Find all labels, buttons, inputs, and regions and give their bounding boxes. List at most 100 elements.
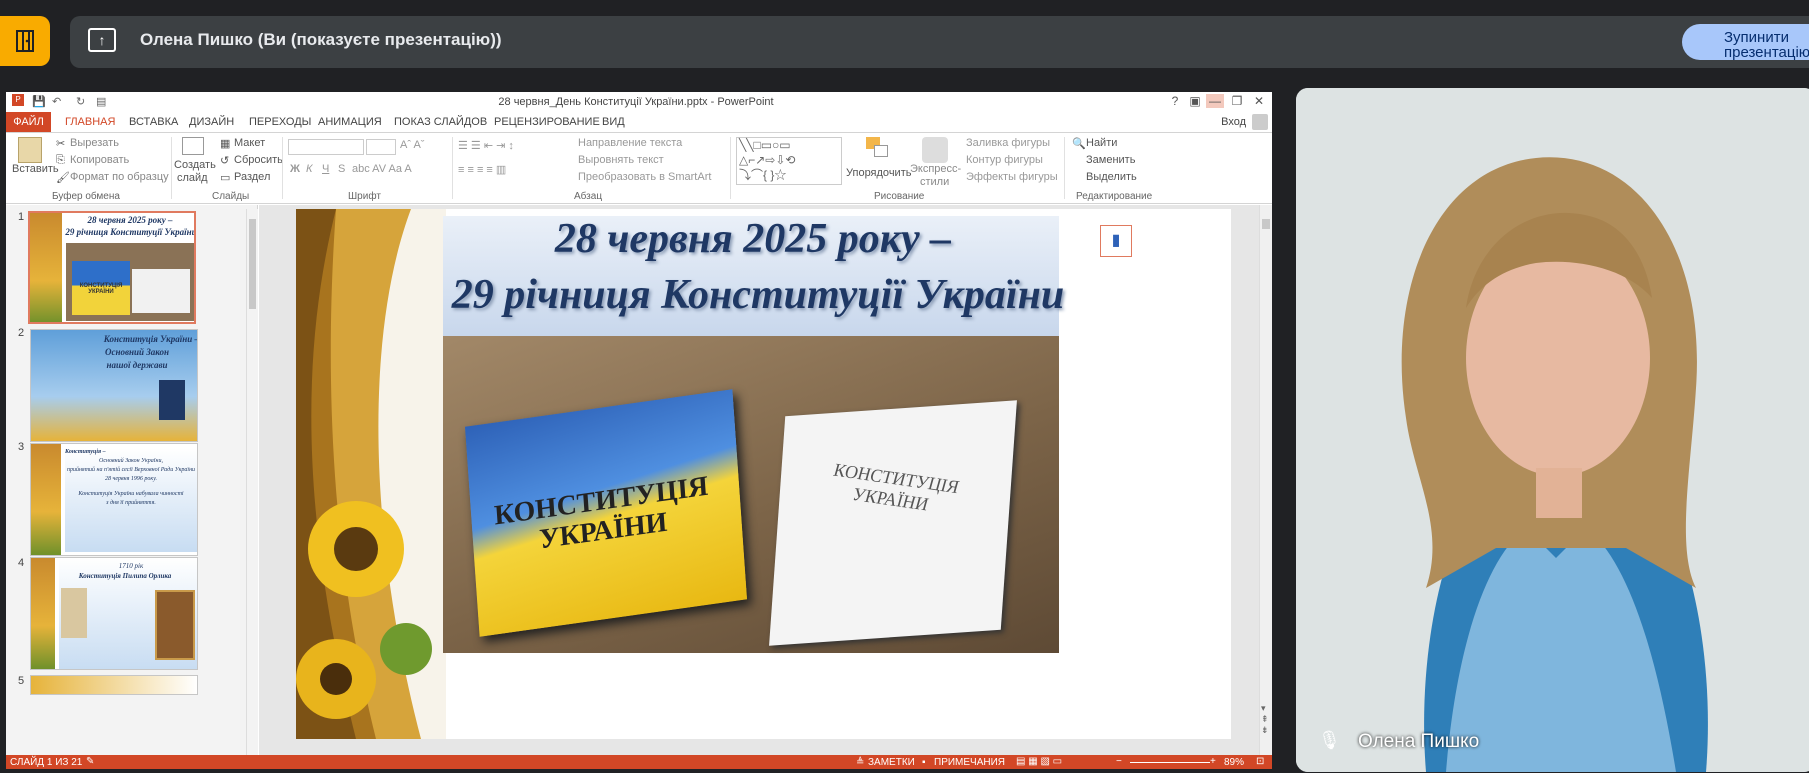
align-icons[interactable]: ≡ ≡ ≡ ≡ ▥ (458, 163, 506, 176)
font-name-combobox[interactable] (288, 139, 364, 155)
align-text-button[interactable]: Выровнять текст (578, 154, 664, 166)
tab-animation[interactable]: АНИМАЦИЯ (318, 116, 382, 128)
bullets-icon[interactable]: ☰ ☰ ⇤ ⇥ ↕ (458, 139, 514, 152)
select-button[interactable]: Выделить (1086, 171, 1137, 183)
arrange-button[interactable]: Упорядочить (846, 167, 911, 179)
stop-presenting-button[interactable]: Зупинити презентацію (1682, 24, 1809, 60)
new-slide-icon[interactable] (182, 137, 204, 155)
slide-thumbnail-4[interactable]: 1710 рік Конституція Пилипа Орлика (30, 557, 198, 670)
tab-review[interactable]: РЕЦЕНЗИРОВАНИЕ (494, 116, 600, 128)
zoom-slider[interactable] (1130, 762, 1210, 763)
restore-icon[interactable]: ❐ (1228, 94, 1246, 108)
format-painter-button[interactable]: Формат по образцу (70, 171, 169, 183)
ribbon-tabs: ФАЙЛ ГЛАВНАЯ ВСТАВКА ДИЗАЙН ПЕРЕХОДЫ АНИ… (6, 112, 1272, 132)
shape-effects-button[interactable]: Эффекты фигуры (966, 171, 1058, 183)
notes-icon[interactable]: ≜ (856, 757, 864, 768)
slide-thumbnail-3[interactable]: Конституція – Основний Закон України, пр… (30, 443, 198, 556)
smartart-button[interactable]: Преобразовать в SmartArt (578, 171, 711, 183)
font-size-combobox[interactable] (366, 139, 396, 155)
format-painter-icon[interactable]: 🖌 (56, 171, 70, 184)
cut-button[interactable]: Вырезать (70, 137, 119, 149)
book-cover-title: КОНСТИТУЦІЯ УКРАЇНИ (493, 470, 710, 556)
minimize-icon[interactable]: — (1206, 94, 1224, 108)
participant-video-tile (1296, 88, 1809, 772)
quick-styles-label1[interactable]: Экспресс- (910, 163, 961, 175)
strikethrough-button[interactable]: S (338, 163, 345, 175)
new-slide-label1[interactable]: Создать (174, 159, 216, 171)
font-group-label: Шрифт (348, 191, 381, 202)
slide-title-line1[interactable]: 28 червня 2025 року – (443, 215, 1063, 263)
font-grow-icon[interactable]: Aˆ Aˇ (400, 139, 424, 151)
slide-scrollbar[interactable]: ▾ ⇞ ⇟ (1259, 205, 1272, 763)
bold-button[interactable]: Ж (290, 163, 300, 175)
save-icon[interactable]: 💾 (32, 95, 46, 108)
arrange-icon[interactable] (866, 137, 890, 161)
slide-thumbnail-1[interactable]: 28 червня 2025 року – 29 річниця Констит… (28, 211, 196, 324)
reset-icon[interactable]: ↺ (220, 154, 229, 167)
tab-design[interactable]: ДИЗАЙН (189, 116, 234, 128)
binoculars-icon[interactable]: 🔍 (1072, 137, 1086, 150)
spellcheck-icon[interactable]: ✎ (86, 756, 94, 767)
underline-button[interactable]: Ч (322, 163, 329, 175)
zoom-in-icon[interactable]: + (1210, 756, 1216, 767)
sign-in-link[interactable]: Вход (1221, 116, 1246, 128)
status-bar: СЛАЙД 1 ИЗ 21 ✎ ≜ ЗАМЕТКИ ▪ ПРИМЕЧАНИЯ ▤… (6, 755, 1272, 769)
tab-slideshow[interactable]: ПОКАЗ СЛАЙДОВ (394, 116, 487, 128)
ribbon-display-icon[interactable]: ▣ (1186, 94, 1204, 108)
section-button[interactable]: Раздел (234, 171, 270, 183)
undo-icon[interactable]: ↶ (52, 95, 61, 108)
bookmark-icon[interactable]: ▮ (1100, 225, 1132, 257)
user-avatar-icon[interactable] (1252, 114, 1268, 130)
quick-styles-label2[interactable]: стили (920, 176, 949, 188)
help-icon[interactable]: ? (1166, 94, 1184, 108)
zoom-level[interactable]: 89% (1224, 757, 1244, 768)
notes-button[interactable]: ЗАМЕТКИ (868, 757, 915, 768)
meet-logo[interactable] (0, 16, 50, 66)
section-icon[interactable]: ▭ (220, 171, 230, 184)
layout-icon[interactable]: ▦ (220, 137, 230, 150)
shape-outline-button[interactable]: Контур фигуры (966, 154, 1043, 166)
zoom-out-icon[interactable]: − (1116, 756, 1122, 767)
new-slide-label2[interactable]: слайд (177, 172, 208, 184)
reset-button[interactable]: Сбросить (234, 154, 283, 166)
tab-transitions[interactable]: ПЕРЕХОДЫ (249, 116, 311, 128)
thumbnails-scrollbar[interactable] (246, 209, 258, 759)
tab-view[interactable]: ВИД (602, 116, 625, 128)
paste-button[interactable]: Вставить (12, 163, 59, 175)
scroll-down-arrows-icon[interactable]: ▾ ⇞ ⇟ (1261, 703, 1269, 736)
copy-button[interactable]: Копировать (70, 154, 129, 166)
replace-button[interactable]: Заменить (1086, 154, 1135, 166)
tab-file[interactable]: ФАЙЛ (6, 112, 51, 132)
quick-styles-icon[interactable] (922, 137, 948, 163)
slide-thumbnail-2[interactable]: Конституція України – Основний Закон наш… (30, 329, 198, 442)
redo-icon[interactable]: ↻ (76, 95, 85, 108)
paste-icon[interactable] (18, 137, 42, 163)
tab-insert[interactable]: ВСТАВКА (129, 116, 178, 128)
open-document: КОНСТИТУЦІЯ УКРАЇНИ (769, 400, 1017, 646)
scissors-icon[interactable]: ✂ (56, 137, 65, 150)
constitution-photo[interactable]: КОНСТИТУЦІЯ УКРАЇНИ КОНСТИТУЦІЯ УКРАЇНИ (443, 336, 1059, 653)
find-button[interactable]: Найти (1086, 137, 1117, 149)
shapes-gallery[interactable]: ╲╲□▭○▭ △⌐↗⇨⇩⟲ ⤵⌒{ }☆ (736, 137, 842, 185)
slide-thumbnail-5[interactable] (30, 675, 198, 695)
scroll-thumb[interactable] (1262, 219, 1270, 229)
char-spacing-icon[interactable]: abc AV Aa A (352, 163, 412, 175)
view-buttons-icon[interactable]: ▤ ▦ ▧ ▭ (1016, 756, 1062, 767)
presentation-banner: ↑ Олена Пишко (Ви (показуєте презентацію… (70, 16, 1809, 68)
fit-slide-icon[interactable]: ⊡ (1256, 756, 1264, 767)
current-slide[interactable]: 28 червня 2025 року – 29 річниця Констит… (296, 209, 1231, 739)
thumb-3-line3: прийнятий на п'ятій сесії Верховної Ради… (66, 467, 196, 473)
scroll-thumb[interactable] (249, 219, 256, 309)
tab-home[interactable]: ГЛАВНАЯ (65, 116, 115, 128)
comments-button[interactable]: ПРИМЕЧАНИЯ (934, 757, 1005, 768)
shape-fill-button[interactable]: Заливка фигуры (966, 137, 1050, 149)
layout-button[interactable]: Макет (234, 137, 265, 149)
close-icon[interactable]: ✕ (1250, 94, 1268, 108)
comments-icon[interactable]: ▪ (922, 757, 926, 768)
slideshow-start-icon[interactable]: ▤ (96, 95, 106, 108)
italic-button[interactable]: К (306, 163, 312, 175)
copy-icon[interactable]: ⎘ (56, 154, 65, 167)
sunflower-strip (30, 213, 62, 322)
slide-title-line2[interactable]: 29 річниця Конституції України (443, 271, 1073, 319)
text-direction-button[interactable]: Направление текста (578, 137, 682, 149)
